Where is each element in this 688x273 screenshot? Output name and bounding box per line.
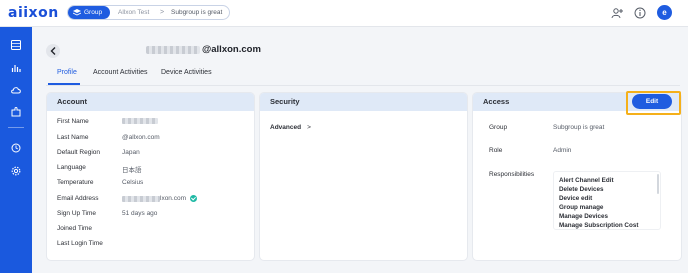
responsibilities-label: Responsibilities	[489, 171, 535, 178]
tab-device-activities[interactable]: Device Activities	[161, 69, 212, 76]
chevron-left-icon	[50, 47, 56, 55]
first-name-label: First Name	[57, 118, 89, 125]
access-card: Access Group Subgroup is great Role Admi…	[473, 93, 681, 260]
list-icon[interactable]	[11, 40, 21, 50]
sidebar-divider	[8, 127, 24, 128]
language-value: 日本語	[122, 167, 142, 174]
advanced-label: Advanced	[270, 124, 302, 131]
email-redacted-part	[146, 46, 200, 54]
back-button[interactable]	[46, 44, 60, 58]
layers-icon	[73, 9, 81, 16]
bar-chart-icon[interactable]	[11, 63, 21, 73]
account-card-title: Account	[47, 93, 254, 111]
breadcrumb-separator: >	[160, 9, 165, 16]
history-icon[interactable]	[11, 143, 21, 153]
breadcrumb-item-allxon-test[interactable]: Allxon Test	[118, 6, 149, 19]
list-item: Device edit	[559, 195, 593, 202]
breadcrumb-item-subgroup[interactable]: Subgroup is great	[171, 6, 222, 19]
plugin-icon[interactable]	[11, 107, 21, 117]
list-item: Alert Channel Edit	[559, 177, 614, 184]
advanced-security-link[interactable]: Advanced >	[270, 124, 311, 131]
email-address-label: Email Address	[57, 195, 99, 202]
group-value: Subgroup is great	[553, 124, 605, 131]
edit-access-button[interactable]: Edit	[632, 94, 672, 109]
joined-time-label: Joined Time	[57, 225, 93, 232]
group-label: Group	[489, 124, 508, 131]
sign-up-time-value: 51 days ago	[122, 210, 158, 217]
top-bar: aiixon Group Allxon Test > Subgroup is g…	[0, 0, 688, 27]
temperature-value: Celsius	[122, 179, 144, 186]
responsibilities-scrollbar[interactable]	[657, 174, 659, 194]
email-address-text: lxon.com	[160, 195, 187, 203]
first-name-value	[122, 118, 158, 125]
list-item: Manage Subscription Cost	[559, 222, 639, 229]
cloud-icon[interactable]	[11, 85, 21, 95]
email-redacted	[122, 195, 160, 202]
role-value: Admin	[553, 147, 572, 154]
settings-gear-icon[interactable]	[11, 166, 21, 176]
email-address-value: lxon.com	[122, 195, 198, 203]
tab-account-activities[interactable]: Account Activities	[93, 69, 147, 76]
user-avatar[interactable]: e	[657, 5, 672, 20]
list-item: Delete Devices	[559, 186, 604, 193]
page-title-email: @allxon.com	[202, 44, 261, 55]
sidebar	[0, 27, 32, 273]
last-name-label: Last Name	[57, 134, 89, 141]
list-item: Group manage	[559, 204, 604, 211]
account-card: Account First Name Last Name @allxon.com…	[47, 93, 254, 260]
default-region-value: Japan	[122, 149, 140, 156]
role-label: Role	[489, 147, 503, 154]
first-name-redacted	[122, 118, 158, 125]
default-region-label: Default Region	[57, 149, 100, 156]
tabs-divider	[46, 85, 680, 86]
sign-up-time-label: Sign Up Time	[57, 210, 97, 217]
breadcrumb: Group Allxon Test > Subgroup is great	[67, 5, 230, 20]
language-label: Language	[57, 164, 86, 171]
responsibilities-list[interactable]: Alert Channel Edit Delete Devices Device…	[553, 171, 661, 230]
breadcrumb-group-chip[interactable]: Group	[68, 6, 110, 19]
verified-check-icon	[190, 195, 198, 202]
last-name-value: @allxon.com	[122, 134, 160, 141]
list-item: Manage Devices	[559, 213, 609, 220]
info-icon[interactable]	[634, 7, 646, 19]
chevron-right-icon: >	[307, 124, 311, 131]
temperature-label: Temperature	[57, 179, 94, 186]
tab-profile[interactable]: Profile	[57, 69, 77, 76]
last-login-time-label: Last Login Time	[57, 240, 103, 247]
security-card-title: Security	[260, 93, 467, 111]
security-card: Security Advanced >	[260, 93, 467, 260]
add-user-icon[interactable]	[611, 7, 623, 19]
breadcrumb-group-label: Group	[84, 9, 103, 16]
app-logo[interactable]: aiixon	[8, 5, 59, 21]
